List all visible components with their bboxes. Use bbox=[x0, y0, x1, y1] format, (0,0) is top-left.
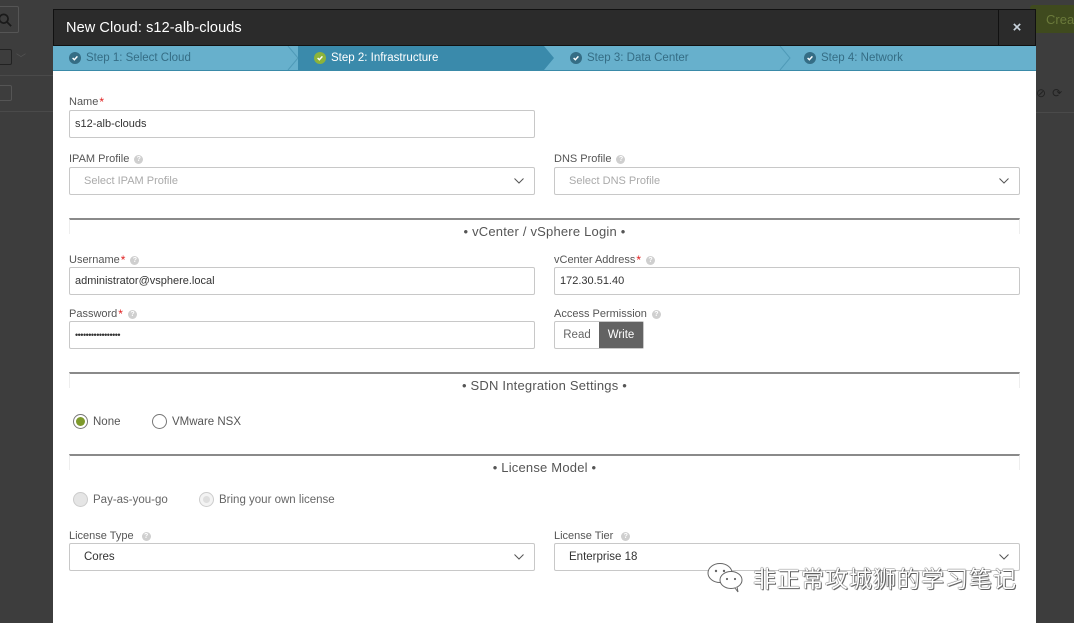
watermark-text: 非正常攻城狮的学习笔记 bbox=[753, 566, 1017, 592]
step-label: Step 2: Infrastructure bbox=[331, 52, 439, 64]
help-icon[interactable]: ? bbox=[621, 531, 631, 541]
required-asterisk: * bbox=[99, 95, 105, 109]
background-row-checkbox bbox=[0, 85, 12, 101]
dns-profile-label-text: DNS Profile bbox=[554, 153, 612, 165]
username-label: Username *? bbox=[69, 253, 140, 267]
background-table-header-right bbox=[1036, 38, 1074, 113]
license-section-title: • License Model • bbox=[492, 460, 597, 475]
background-create-button: Create bbox=[1030, 5, 1074, 33]
required-asterisk: * bbox=[636, 253, 641, 267]
name-label-text: Name bbox=[69, 96, 99, 108]
modal-title: New Cloud: s12-alb-clouds bbox=[66, 19, 242, 36]
password-input[interactable]: ••••••••••••••••• bbox=[69, 321, 535, 349]
dns-profile-select[interactable]: Select DNS Profile bbox=[554, 167, 1020, 195]
ipam-profile-label: IPAM Profile? bbox=[69, 152, 144, 166]
close-button[interactable]: × bbox=[998, 10, 1035, 45]
chevron-down-icon bbox=[514, 178, 524, 184]
name-value: s12-alb-clouds bbox=[75, 118, 147, 130]
step-label: Step 1: Select Cloud bbox=[86, 52, 191, 64]
chevron-down-icon: ﹀ bbox=[16, 54, 26, 65]
disable-icon: ⊘ bbox=[1036, 86, 1053, 100]
license-tier-label: License Tier? bbox=[554, 529, 631, 543]
modal-header: New Cloud: s12-alb-clouds × bbox=[53, 9, 1036, 46]
step-network[interactable]: Step 4: Network bbox=[790, 46, 1036, 70]
step-infrastructure[interactable]: Step 2: Infrastructure bbox=[298, 46, 554, 70]
sdn-section-title: • SDN Integration Settings • bbox=[461, 378, 627, 393]
vcenter-section-title: • vCenter / vSphere Login • bbox=[463, 224, 626, 239]
check-circle-icon bbox=[804, 52, 816, 64]
sdn-vmware-nsx-label: VMware NSX bbox=[172, 415, 242, 428]
radio-selected-icon bbox=[73, 414, 88, 429]
wizard-steps: Step 1: Select Cloud Step 2: Infrastruct… bbox=[53, 46, 1036, 71]
dns-profile-label: DNS Profile? bbox=[554, 152, 626, 166]
search-icon bbox=[0, 12, 12, 27]
password-label-text: Password bbox=[69, 308, 118, 320]
watermark: 非正常攻城狮的学习笔记 bbox=[705, 560, 1017, 594]
step-data-center[interactable]: Step 3: Data Center bbox=[544, 46, 791, 70]
radio-unselected-icon bbox=[152, 414, 167, 429]
vcenter-address-input[interactable]: 172.30.51.40 bbox=[554, 267, 1020, 295]
help-icon[interactable]: ? bbox=[141, 531, 151, 541]
bring-your-own-license-label: Bring your own license bbox=[219, 493, 335, 506]
refresh-icon: ⟳ bbox=[1052, 86, 1069, 100]
help-icon[interactable]: ? bbox=[127, 309, 137, 319]
help-icon[interactable]: ? bbox=[130, 255, 140, 265]
name-label: Name * bbox=[69, 95, 104, 109]
new-cloud-modal: New Cloud: s12-alb-clouds × Step 1: Sele… bbox=[53, 9, 1036, 623]
step-select-cloud[interactable]: Step 1: Select Cloud bbox=[53, 46, 299, 70]
sdn-none-radio[interactable]: None bbox=[73, 414, 121, 429]
required-asterisk: * bbox=[120, 253, 126, 267]
read-option[interactable]: Read bbox=[555, 322, 599, 348]
background-search-button bbox=[0, 6, 19, 33]
background-row-actions: ⊘⟳ bbox=[1036, 86, 1068, 100]
step-label: Step 3: Data Center bbox=[587, 52, 689, 64]
vcenter-address-value: 172.30.51.40 bbox=[560, 275, 625, 287]
ipam-profile-label-text: IPAM Profile bbox=[69, 153, 130, 165]
license-type-value: Cores bbox=[84, 551, 115, 563]
radio-selected-icon bbox=[199, 492, 214, 507]
background-select-all-checkbox bbox=[0, 49, 12, 65]
sdn-vmware-nsx-radio[interactable]: VMware NSX bbox=[152, 414, 241, 429]
close-icon: × bbox=[1012, 19, 1022, 36]
ipam-profile-placeholder: Select IPAM Profile bbox=[84, 175, 178, 187]
pay-as-you-go-label: Pay-as-you-go bbox=[93, 493, 168, 506]
pay-as-you-go-radio[interactable]: Pay-as-you-go bbox=[73, 492, 168, 507]
username-label-text: Username bbox=[69, 254, 120, 266]
bring-your-own-license-radio[interactable]: Bring your own license bbox=[199, 492, 335, 507]
ipam-profile-select[interactable]: Select IPAM Profile bbox=[69, 167, 535, 195]
vcenter-address-label-text: vCenter Address bbox=[554, 254, 636, 266]
vcenter-address-label: vCenter Address *? bbox=[554, 253, 655, 267]
license-type-label: License Type? bbox=[69, 529, 151, 543]
dns-profile-placeholder: Select DNS Profile bbox=[569, 175, 661, 187]
write-option[interactable]: Write bbox=[599, 322, 643, 348]
wechat-icon bbox=[707, 563, 743, 593]
username-input[interactable]: administrator@vsphere.local bbox=[69, 267, 535, 295]
name-input[interactable]: s12-alb-clouds bbox=[69, 110, 535, 138]
chevron-down-icon bbox=[999, 178, 1009, 184]
help-icon[interactable]: ? bbox=[134, 154, 144, 164]
license-type-label-text: License Type bbox=[69, 530, 134, 542]
check-circle-icon bbox=[314, 52, 326, 64]
access-permission-label-text: Access Permission bbox=[554, 308, 647, 320]
step-label: Step 4: Network bbox=[821, 52, 903, 64]
help-icon[interactable]: ? bbox=[646, 255, 655, 265]
access-permission-toggle: Read Write bbox=[554, 321, 644, 349]
sdn-none-label: None bbox=[93, 415, 121, 428]
password-label: Password *? bbox=[69, 307, 137, 321]
username-value: administrator@vsphere.local bbox=[75, 275, 215, 287]
required-asterisk: * bbox=[118, 307, 123, 321]
password-value: ••••••••••••••••• bbox=[75, 330, 121, 340]
check-circle-icon bbox=[570, 52, 582, 64]
license-tier-label-text: License Tier bbox=[554, 530, 614, 542]
radio-unselected-icon bbox=[73, 492, 88, 507]
chevron-down-icon bbox=[514, 554, 524, 560]
help-icon[interactable]: ? bbox=[651, 309, 661, 319]
license-tier-value: Enterprise 18 bbox=[569, 551, 638, 563]
check-circle-icon bbox=[69, 52, 81, 64]
access-permission-label: Access Permission? bbox=[554, 307, 661, 321]
license-type-select[interactable]: Cores bbox=[69, 543, 535, 571]
help-icon[interactable]: ? bbox=[616, 154, 626, 164]
